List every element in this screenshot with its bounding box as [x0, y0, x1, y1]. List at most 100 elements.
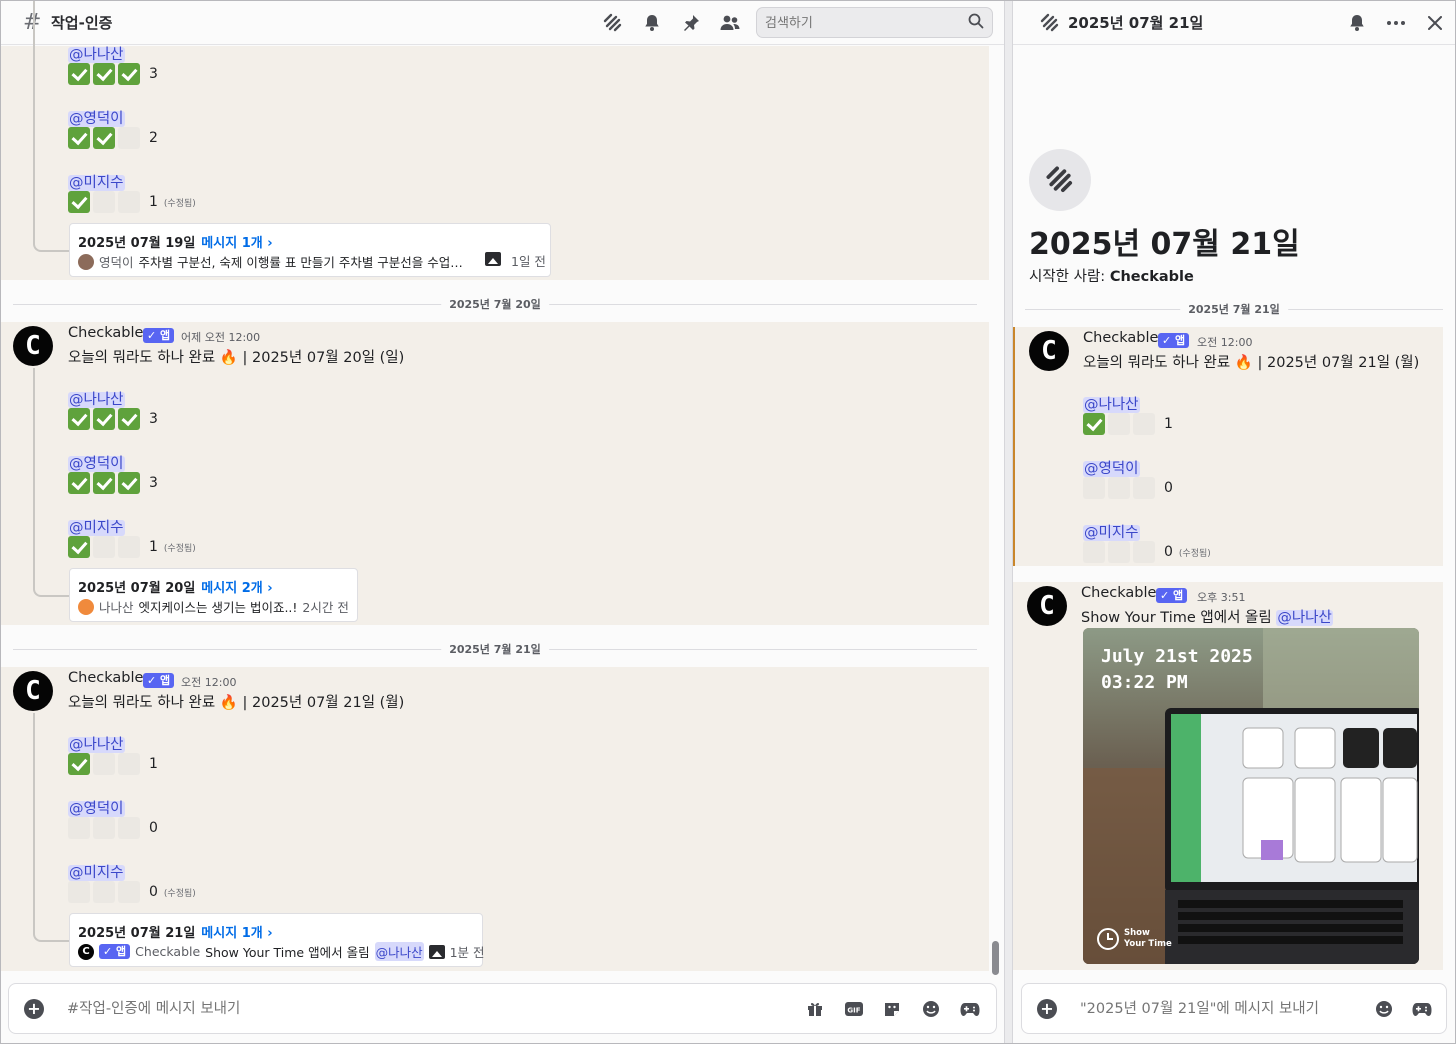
feed-scrollbar[interactable]	[992, 941, 999, 975]
message-author[interactable]: Checkable	[68, 670, 143, 686]
check-row: 0	[1083, 477, 1173, 499]
thread-title: 2025년 07월 20일	[78, 581, 196, 596]
add-attachment-icon[interactable]: +	[1037, 999, 1057, 1019]
more-options-icon[interactable]	[1384, 11, 1408, 35]
thread-panel-title: 2025년 07월 21일	[1068, 14, 1204, 32]
thread-preview-card[interactable]: 2025년 07월 20일 메시지 2개 › 나나산 엣지케이스는 생기는 법이죠…	[69, 568, 358, 622]
user-mention[interactable]: @나나산	[1276, 610, 1333, 626]
user-mention[interactable]: @영덕이	[68, 111, 125, 127]
channel-header: # 작업-인증	[1, 1, 1004, 45]
thread-preview-card[interactable]: 2025년 07월 19일 메시지 1개 › 영덕이 주차별 구분선, 숙제 이행…	[69, 223, 551, 277]
checkable-avatar[interactable]: C	[13, 671, 53, 711]
check-count: 0	[149, 820, 158, 836]
mention-line: @영덕이	[68, 452, 125, 473]
message-input[interactable]	[67, 998, 667, 1020]
gift-icon[interactable]	[805, 999, 825, 1019]
bell-icon[interactable]	[640, 11, 664, 35]
search-icon[interactable]	[968, 13, 986, 31]
check-row: 2	[68, 127, 158, 149]
user-mention[interactable]: @나나산	[68, 47, 125, 63]
user-mention[interactable]: @나나산	[1083, 397, 1140, 413]
empty-check-box	[118, 191, 140, 213]
message-author[interactable]: Checkable	[1081, 585, 1156, 601]
user-mention[interactable]: @영덕이	[1083, 461, 1140, 477]
mention-line: @나나산	[68, 43, 125, 64]
emoji-icon[interactable]	[921, 999, 941, 1019]
date-separator-label: 2025년 7월 21일	[441, 641, 549, 657]
checkable-avatar[interactable]: C	[13, 326, 53, 366]
mention-line: @나나산	[1083, 393, 1140, 414]
check-count: 0	[1164, 480, 1173, 496]
user-mention[interactable]: @나나산	[68, 737, 125, 753]
thread-message-count-link[interactable]: 메시지 1개 ›	[201, 926, 272, 941]
activities-icon[interactable]	[1412, 999, 1432, 1019]
message-timestamp: 오전 12:00	[1197, 336, 1253, 349]
thread-icon	[1038, 11, 1062, 35]
activities-icon[interactable]	[960, 999, 980, 1019]
user-mention[interactable]: @나나산	[68, 392, 125, 408]
thread-title: 2025년 07월 19일	[78, 236, 196, 251]
app-badge: ✓ 앱	[1156, 588, 1188, 603]
check-row: 0 (수정됨)	[68, 881, 196, 903]
empty-check-box	[93, 536, 115, 558]
attached-photo[interactable]: July 21st 2025 03:22 PM Show Your Time	[1083, 628, 1419, 964]
message-day-0719: @나나산 3 @영덕이 2 @미지수 1 (수정됨) 2025년 07월 19일…	[1, 1, 989, 280]
message-day-0721: C Checkable ✓ 앱 오전 12:00 오늘의 뭐라도 하나 완료 🔥…	[1, 667, 989, 971]
pin-icon[interactable]	[679, 11, 703, 35]
starter-name[interactable]: Checkable	[1110, 269, 1194, 285]
message-day-0720: C Checkable ✓ 앱 어제 오전 12:00 오늘의 뭐라도 하나 완…	[1, 322, 989, 625]
check-mark-icon	[93, 472, 115, 494]
bell-icon[interactable]	[1345, 11, 1369, 35]
thread-preview-text: 엣지케이스는 생기는 법이죠..!	[138, 600, 298, 615]
user-mention[interactable]: @나나산	[374, 942, 424, 961]
message-timestamp: 오후 3:51	[1197, 591, 1246, 604]
thread-message-input[interactable]	[1080, 998, 1360, 1020]
emoji-icon[interactable]	[1374, 999, 1394, 1019]
empty-check-box	[118, 817, 140, 839]
sticker-icon[interactable]	[882, 999, 902, 1019]
checkable-avatar[interactable]: C	[1029, 331, 1069, 371]
check-mark-icon	[68, 63, 90, 85]
user-mention[interactable]: @영덕이	[68, 456, 125, 472]
check-count: 2	[149, 130, 158, 146]
user-mention[interactable]: @미지수	[68, 175, 125, 191]
message-author[interactable]: Checkable	[1083, 330, 1158, 346]
search-box[interactable]	[756, 7, 993, 38]
check-count: 0	[1164, 544, 1173, 560]
starter-prefix: 시작한 사람:	[1029, 269, 1110, 285]
search-input[interactable]	[765, 13, 965, 33]
empty-check-box	[68, 881, 90, 903]
panel-resize-handle[interactable]	[1004, 1, 1013, 1043]
empty-check-box	[1108, 477, 1130, 499]
date-separator-label: 2025년 7월 20일	[441, 296, 549, 312]
check-count: 3	[149, 411, 158, 427]
message-composer: + GIF	[8, 983, 997, 1034]
app-badge: ✓ 앱	[143, 328, 175, 343]
user-mention[interactable]: @영덕이	[68, 801, 125, 817]
thread-preview-card[interactable]: 2025년 07월 21일 메시지 1개 › C ✓ 앱 Checkable Sh…	[69, 913, 485, 967]
threads-icon[interactable]	[601, 11, 625, 35]
thread-author: 나나산	[99, 600, 134, 615]
close-icon[interactable]	[1423, 11, 1447, 35]
edited-label: (수정됨)	[1178, 548, 1211, 559]
members-icon[interactable]	[718, 11, 742, 35]
thread-message-count-link[interactable]: 메시지 2개 ›	[201, 581, 272, 596]
gif-icon[interactable]: GIF	[844, 999, 864, 1019]
thread-preview-text: Show Your Time 앱에서 올림	[205, 945, 370, 960]
empty-check-box	[118, 881, 140, 903]
thread-time: 1일 전	[511, 254, 546, 269]
check-mark-icon	[93, 127, 115, 149]
checkable-avatar[interactable]: C	[1027, 586, 1067, 626]
thread-connector	[33, 368, 69, 597]
message-author[interactable]: Checkable	[68, 325, 143, 341]
user-mention[interactable]: @미지수	[68, 865, 125, 881]
add-attachment-icon[interactable]: +	[24, 999, 44, 1019]
thread-author: Checkable	[135, 944, 201, 959]
message-timestamp: 오전 12:00	[181, 676, 237, 689]
check-mark-icon	[93, 63, 115, 85]
thread-message-count-link[interactable]: 메시지 1개 ›	[201, 236, 272, 251]
empty-check-box	[68, 817, 90, 839]
check-mark-icon	[118, 408, 140, 430]
user-mention[interactable]: @미지수	[68, 520, 125, 536]
user-mention[interactable]: @미지수	[1083, 525, 1140, 541]
